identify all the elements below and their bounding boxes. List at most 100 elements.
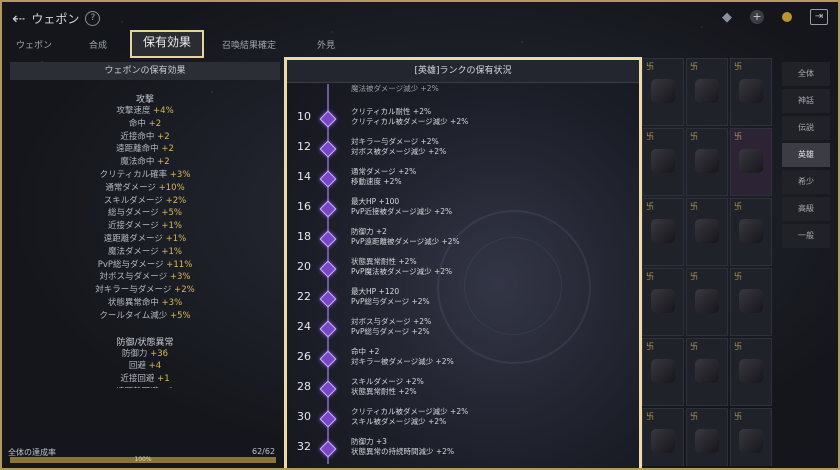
stat-value: +2% — [165, 195, 187, 206]
effect-line: PvP遠距離被ダメージ減少 +2% — [351, 237, 460, 246]
weapon-card[interactable]: 卐 — [686, 128, 728, 196]
stat-value: +1 — [161, 387, 174, 388]
weapon-icon — [739, 79, 763, 103]
level-number: 14 — [297, 170, 311, 183]
weapon-card[interactable]: 卐 — [686, 198, 728, 266]
stat-value: +4 — [148, 361, 162, 372]
weapon-card[interactable]: 卐 — [730, 268, 772, 336]
stat-label: 通常ダメージ — [105, 182, 156, 193]
card-emblem-icon: 卐 — [690, 132, 698, 141]
page-title: ウェポン — [31, 11, 80, 26]
weapon-icon — [651, 219, 675, 243]
card-emblem-icon: 卐 — [646, 412, 654, 421]
effect-line: クリティカル被ダメージ減少 +2% — [351, 407, 469, 416]
level-number: 20 — [297, 260, 311, 273]
weapon-icon — [651, 359, 675, 383]
filter-2[interactable]: 伝説 — [782, 116, 830, 140]
level-effects: クリティカル被ダメージ減少 +2% スキル被ダメージ減少 +2% — [351, 407, 468, 427]
effect-line: 対キラー与ダメージ +2% — [351, 137, 439, 146]
weapon-card[interactable]: 卐 — [642, 198, 684, 266]
tab-owned-effects[interactable]: 保有効果 — [130, 30, 204, 58]
stat-value: +1% — [165, 233, 187, 244]
stat-label: 状態異常命中 — [107, 297, 159, 308]
filter-1[interactable]: 神話 — [782, 89, 830, 113]
stat-row: スキルダメージ +2% — [10, 195, 280, 208]
filter-6[interactable]: 一般 — [782, 224, 830, 248]
card-emblem-icon: 卐 — [690, 412, 698, 421]
stat-label: 近接命中 — [120, 131, 155, 142]
effect-line: 対ボス被ダメージ減少 +2% — [351, 147, 447, 156]
weapon-card[interactable]: 卐 — [642, 268, 684, 336]
back-arrow-icon[interactable]: ⇠ — [12, 9, 25, 28]
card-emblem-icon: 卐 — [690, 202, 698, 211]
level-marker-icon — [319, 440, 337, 458]
weapon-icon — [695, 219, 719, 243]
weapon-card[interactable]: 卐 — [686, 268, 728, 336]
effect-line: 最大HP +120 — [351, 287, 400, 296]
add-currency-button[interactable]: + — [750, 10, 764, 24]
weapon-card[interactable]: 卐 — [730, 338, 772, 406]
weapon-card[interactable]: 卐 — [642, 128, 684, 196]
filter-0[interactable]: 全体 — [782, 62, 830, 86]
stat-label: 遠距離回避 — [116, 387, 159, 388]
card-emblem-icon: 卐 — [646, 202, 654, 211]
stat-row: 近接回避 +1 — [10, 373, 280, 386]
effect-line: 状態異常耐性 +2% — [351, 387, 417, 396]
stat-label: 遠距離ダメージ — [103, 233, 163, 244]
filter-5[interactable]: 高級 — [782, 197, 830, 221]
level-marker-icon — [319, 320, 337, 338]
stat-value: +2 — [157, 157, 170, 168]
level-number: 12 — [297, 140, 311, 153]
card-emblem-icon: 卐 — [734, 272, 742, 281]
weapon-card[interactable]: 卐 — [686, 58, 728, 126]
card-emblem-icon: 卐 — [734, 62, 742, 71]
level-marker-icon — [319, 110, 337, 128]
stat-value: +5% — [161, 208, 182, 219]
weapon-card[interactable]: 卐 — [642, 408, 684, 466]
level-effects: スキルダメージ +2% 状態異常耐性 +2% — [351, 377, 424, 397]
level-number: 18 — [297, 230, 311, 243]
weapon-card[interactable]: 卐 — [730, 408, 772, 466]
stat-row: 通常ダメージ +10% — [10, 182, 280, 195]
filter-3[interactable]: 英雄 — [782, 143, 830, 167]
stat-row: クールタイム減少 +5% — [10, 310, 280, 323]
help-icon[interactable]: ? — [85, 10, 101, 26]
weapon-card[interactable]: 卐 — [642, 338, 684, 406]
weapon-card[interactable]: 卐 — [730, 128, 772, 196]
stat-label: 魔法ダメージ — [108, 246, 159, 257]
stat-value: +2 — [157, 131, 170, 142]
tab-summon-confirm[interactable]: 召喚結果確定 — [204, 34, 294, 58]
weapon-card[interactable]: 卐 — [730, 198, 772, 266]
level-marker-icon — [319, 410, 337, 428]
rank-filter-list: 全体神話伝説英雄希少高級一般 — [782, 62, 830, 251]
effect-line: 防御力 +2 — [351, 227, 387, 236]
effect-line: 通常ダメージ +2% — [351, 167, 417, 176]
rank-status-modal: [英雄]ランクの保有状況 魔法被ダメージ減少 +2% 10 クリティカル耐性 +2… — [284, 57, 642, 468]
progress-percent: 100% — [134, 456, 152, 463]
modal-title: [英雄]ランクの保有状況 — [287, 60, 639, 83]
top-icons: ◆ + ⇥ — [722, 9, 828, 25]
level-number: 26 — [297, 350, 311, 363]
stat-label: 対ボス与ダメージ — [99, 272, 168, 283]
tab-weapon[interactable]: ウェポン — [2, 34, 66, 58]
weapon-icon — [739, 429, 763, 453]
effect-line: クリティカル耐性 +2% — [351, 107, 432, 116]
stat-value: +5% — [169, 310, 191, 321]
weapon-card[interactable]: 卐 — [730, 58, 772, 126]
level-effects: 防御力 +2 PvP遠距離被ダメージ減少 +2% — [351, 227, 460, 247]
level-marker-icon — [319, 260, 337, 278]
weapon-card[interactable]: 卐 — [686, 338, 728, 406]
tab-appearance[interactable]: 外見 — [294, 34, 358, 58]
stat-row: 遠距離ダメージ +1% — [10, 233, 280, 246]
stat-value: +10% — [158, 182, 185, 193]
weapon-card[interactable]: 卐 — [642, 58, 684, 126]
stat-label: 遠距離命中 — [116, 144, 159, 155]
stat-row: 総与ダメージ +5% — [10, 207, 280, 220]
tab-synthesis[interactable]: 合成 — [66, 34, 130, 58]
stat-row: PvP総与ダメージ +11% — [10, 259, 280, 272]
weapon-card[interactable]: 卐 — [686, 408, 728, 466]
filter-4[interactable]: 希少 — [782, 170, 830, 194]
exit-icon[interactable]: ⇥ — [810, 9, 828, 25]
level-number: 28 — [297, 380, 311, 393]
level-effects: 対キラー与ダメージ +2% 対ボス被ダメージ減少 +2% — [351, 137, 446, 157]
